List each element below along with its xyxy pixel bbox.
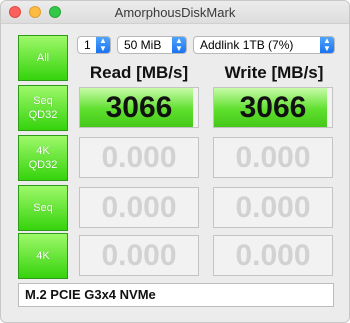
- seq-qd32-read-result: 3066: [79, 87, 199, 128]
- test-size-select[interactable]: 50 MiB ▲ ▼: [117, 36, 187, 54]
- run-all-label: All: [36, 52, 50, 64]
- seq-qd32-button[interactable]: Seq QD32: [18, 85, 68, 131]
- 4k-read-result: 0.000: [79, 235, 199, 276]
- title-bar: AmorphousDiskMark: [1, 1, 349, 24]
- chevron-updown-icon: ▲ ▼: [172, 37, 186, 53]
- 4k-qd32-write-value: 0.000: [235, 141, 311, 174]
- 4k-qd32-write-result: 0.000: [213, 137, 333, 178]
- test-count-value: 1: [84, 38, 91, 52]
- 4k-write-result: 0.000: [213, 235, 333, 276]
- 4k-write-value: 0.000: [235, 239, 311, 272]
- read-column-header: Read [MB/s]: [89, 63, 189, 82]
- comment-text: M.2 PCIE G3x4 NVMe: [25, 287, 156, 302]
- 4k-label: 4K: [36, 250, 50, 262]
- seq-qd32-write-value: 3066: [239, 91, 307, 124]
- chevron-updown-icon: ▲ ▼: [96, 37, 110, 53]
- write-column-header: Write [MB/s]: [224, 63, 324, 82]
- 4k-qd32-read-result: 0.000: [79, 137, 199, 178]
- drive-value: Addlink 1TB (7%): [200, 38, 294, 52]
- seq-write-result: 0.000: [213, 187, 333, 228]
- test-size-value: 50 MiB: [124, 38, 162, 52]
- drive-select[interactable]: Addlink 1TB (7%) ▲ ▼: [193, 36, 335, 54]
- 4k-qd32-button[interactable]: 4K QD32: [18, 135, 68, 181]
- seq-label: Seq: [33, 202, 53, 214]
- seq-read-result: 0.000: [79, 187, 199, 228]
- window-title: AmorphousDiskMark: [114, 5, 236, 20]
- comment-field[interactable]: M.2 PCIE G3x4 NVMe: [18, 283, 334, 307]
- 4k-button[interactable]: 4K: [18, 233, 68, 279]
- 4k-qd32-label: 4K QD32: [28, 145, 58, 171]
- seq-qd32-read-value: 3066: [105, 91, 173, 124]
- 4k-read-value: 0.000: [101, 239, 177, 272]
- seq-read-value: 0.000: [101, 191, 177, 224]
- seq-button[interactable]: Seq: [18, 185, 68, 231]
- seq-qd32-write-result: 3066: [213, 87, 333, 128]
- app-window: AmorphousDiskMark All 1 ▲ ▼ 50 MiB ▲ ▼ Add…: [0, 0, 350, 323]
- 4k-qd32-read-value: 0.000: [101, 141, 177, 174]
- seq-write-value: 0.000: [235, 191, 311, 224]
- test-count-select[interactable]: 1 ▲ ▼: [77, 36, 111, 54]
- chevron-updown-icon: ▲ ▼: [320, 37, 334, 53]
- run-all-button[interactable]: All: [18, 35, 68, 81]
- seq-qd32-label: Seq QD32: [28, 95, 58, 121]
